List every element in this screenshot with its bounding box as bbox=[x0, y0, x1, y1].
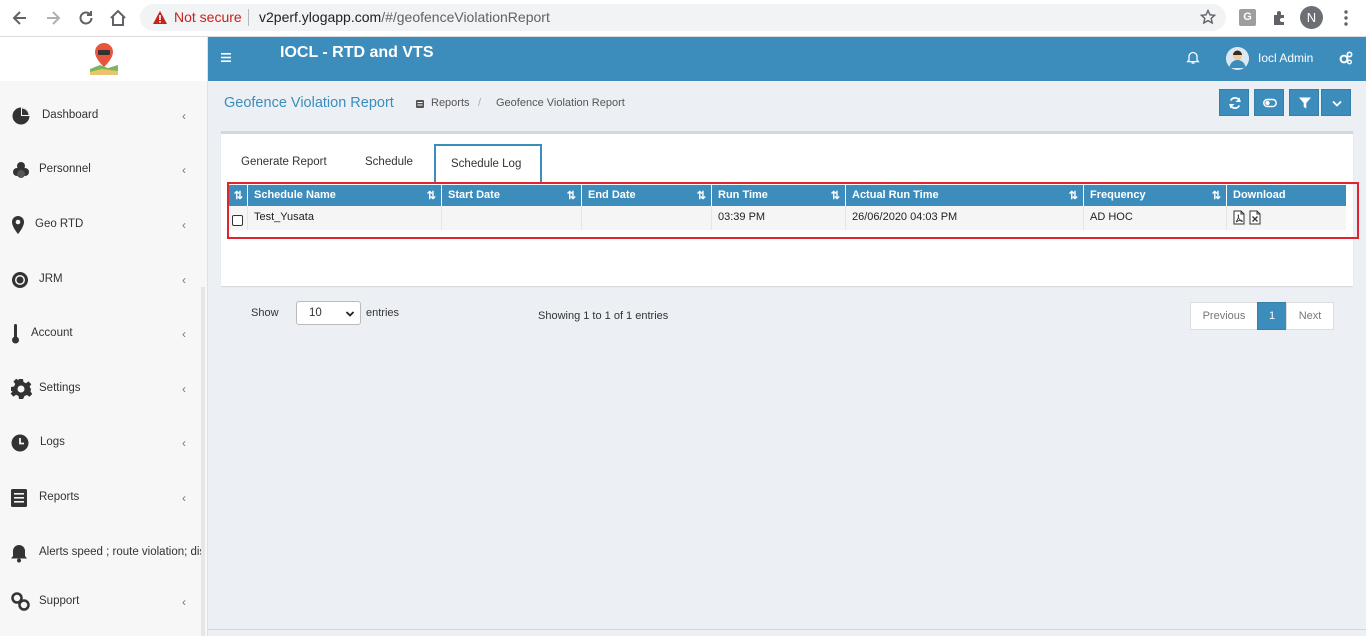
reload-icon[interactable] bbox=[76, 8, 96, 28]
tab-schedule[interactable]: Schedule bbox=[356, 142, 424, 180]
logo-icon bbox=[90, 43, 118, 75]
sidebar-item-label: Dashboard bbox=[42, 109, 99, 121]
sidebar-item-label: Reports bbox=[39, 491, 80, 503]
sidebar-item-logs[interactable]: Logs ‹ bbox=[0, 428, 200, 458]
toggle-button[interactable] bbox=[1254, 89, 1284, 116]
page-title: Geofence Violation Report bbox=[224, 95, 394, 111]
previous-page-button[interactable]: Previous bbox=[1190, 302, 1258, 330]
sidebar-item-settings[interactable]: Settings ‹ bbox=[0, 374, 200, 404]
breadcrumb-icon bbox=[416, 100, 424, 108]
tab-label: Schedule Log bbox=[451, 158, 522, 170]
control-sidebar-cogs-icon[interactable] bbox=[1339, 51, 1353, 65]
user-avatar[interactable] bbox=[1226, 47, 1249, 70]
chevron-left-icon: ‹ bbox=[182, 109, 186, 123]
book-icon bbox=[11, 489, 27, 507]
sidebar-item-label: Support bbox=[39, 595, 80, 607]
tab-label: Generate Report bbox=[241, 156, 327, 168]
page-size-value: 10 bbox=[309, 307, 322, 319]
logo-area bbox=[0, 37, 207, 81]
sidebar-item-label: JRM bbox=[39, 273, 63, 285]
table-info: Showing 1 to 1 of 1 entries bbox=[538, 310, 669, 322]
sidebar-item-personnel[interactable]: Personnel ‹ bbox=[0, 155, 200, 185]
not-secure-label: Not secure bbox=[174, 9, 242, 25]
forward-icon[interactable] bbox=[43, 8, 63, 28]
address-bar[interactable]: Not secure v2perf.ylogapp.com/#/geofence… bbox=[140, 4, 1226, 31]
url-text[interactable]: v2perf.ylogapp.com/#/geofenceViolationRe… bbox=[259, 9, 550, 25]
show-label: Show bbox=[251, 307, 279, 319]
address-separator bbox=[248, 9, 249, 26]
user-avatar-icon bbox=[1226, 47, 1249, 70]
sidebar-item-jrm[interactable]: JRM ‹ bbox=[0, 265, 200, 295]
chevron-left-icon: ‹ bbox=[182, 382, 186, 396]
tab-label: Schedule bbox=[365, 156, 413, 168]
sidebar: Dashboard ‹ Personnel ‹ Geo RTD ‹ JRM ‹ … bbox=[0, 37, 208, 636]
sidebar-item-label: Personnel bbox=[39, 163, 91, 175]
entries-label: entries bbox=[366, 307, 400, 319]
page-1-button[interactable]: 1 bbox=[1257, 302, 1287, 330]
gear-icon bbox=[12, 272, 28, 288]
thermometer-icon bbox=[12, 324, 19, 344]
pie-chart-icon bbox=[12, 107, 30, 125]
cog-icon bbox=[10, 378, 32, 399]
next-page-button[interactable]: Next bbox=[1286, 302, 1334, 330]
breadcrumb-reports[interactable]: Reports bbox=[431, 97, 470, 109]
chevron-left-icon: ‹ bbox=[182, 163, 186, 177]
breadcrumb-separator: / bbox=[478, 97, 482, 109]
home-icon[interactable] bbox=[108, 8, 128, 28]
notifications-bell-icon[interactable] bbox=[1186, 51, 1200, 65]
url-host: v2perf.ylogapp.com bbox=[259, 9, 382, 25]
sidebar-item-reports[interactable]: Reports ‹ bbox=[0, 483, 200, 513]
chevron-left-icon: ‹ bbox=[182, 491, 186, 505]
content-wrapper: Geofence Violation Report Reports / Geof… bbox=[208, 81, 1366, 636]
tab-generate-report[interactable]: Generate Report bbox=[231, 142, 347, 180]
sidebar-item-dashboard[interactable]: Dashboard ‹ bbox=[0, 101, 200, 131]
map-marker-icon bbox=[12, 216, 24, 234]
top-navbar: IOCL - RTD and VTS Iocl Admin bbox=[208, 37, 1366, 81]
app-title: IOCL - RTD and VTS bbox=[280, 44, 434, 61]
sidebar-item-account[interactable]: Account ‹ bbox=[0, 319, 200, 349]
clock-icon bbox=[11, 434, 29, 452]
sidebar-item-support[interactable]: Support ‹ bbox=[0, 587, 200, 617]
refresh-icon bbox=[1229, 97, 1241, 109]
sidebar-item-alerts[interactable]: Alerts speed ; route violation; dis bbox=[0, 538, 207, 568]
chevron-left-icon: ‹ bbox=[182, 218, 186, 232]
chevron-down-icon bbox=[345, 311, 355, 317]
menu-toggle-icon[interactable] bbox=[221, 53, 231, 62]
chevron-down-icon bbox=[1332, 100, 1342, 107]
sidebar-item-label: Settings bbox=[39, 382, 81, 394]
sidebar-item-geo-rtd[interactable]: Geo RTD ‹ bbox=[0, 210, 200, 240]
back-icon[interactable] bbox=[10, 8, 30, 28]
sidebar-item-label: Geo RTD bbox=[35, 218, 84, 230]
highlight-box bbox=[227, 182, 1359, 239]
tab-schedule-log[interactable]: Schedule Log bbox=[434, 144, 542, 182]
page-size-select[interactable]: 10 bbox=[296, 301, 361, 325]
chevron-left-icon: ‹ bbox=[182, 273, 186, 287]
chevron-left-icon: ‹ bbox=[182, 327, 186, 341]
extensions-puzzle-icon[interactable] bbox=[1270, 8, 1290, 28]
chevron-left-icon: ‹ bbox=[182, 436, 186, 450]
sidebar-scrollbar[interactable] bbox=[201, 287, 205, 636]
sidebar-item-label: Alerts speed ; route violation; dis bbox=[39, 546, 206, 558]
url-path: /#/geofenceViolationReport bbox=[381, 9, 550, 25]
sidebar-item-label: Logs bbox=[40, 436, 65, 448]
toggle-icon bbox=[1263, 98, 1277, 108]
browser-menu-icon[interactable] bbox=[1336, 8, 1356, 28]
chain-icon bbox=[11, 592, 30, 611]
filter-button[interactable] bbox=[1289, 89, 1319, 116]
dropdown-button[interactable] bbox=[1321, 89, 1351, 116]
breadcrumb-current: Geofence Violation Report bbox=[496, 97, 625, 109]
bell-icon bbox=[11, 545, 27, 563]
profile-avatar[interactable]: N bbox=[1300, 6, 1323, 29]
users-icon bbox=[13, 162, 29, 178]
refresh-button[interactable] bbox=[1219, 89, 1249, 116]
warning-icon bbox=[153, 11, 167, 24]
bookmark-star-icon[interactable] bbox=[1200, 9, 1216, 25]
sidebar-item-label: Account bbox=[31, 327, 73, 339]
footer-divider bbox=[208, 629, 1366, 630]
user-name[interactable]: Iocl Admin bbox=[1258, 51, 1313, 65]
browser-toolbar: Not secure v2perf.ylogapp.com/#/geofence… bbox=[0, 0, 1366, 37]
filter-icon bbox=[1299, 97, 1311, 109]
extension-g-icon[interactable]: G bbox=[1239, 9, 1256, 26]
chevron-left-icon: ‹ bbox=[182, 595, 186, 609]
